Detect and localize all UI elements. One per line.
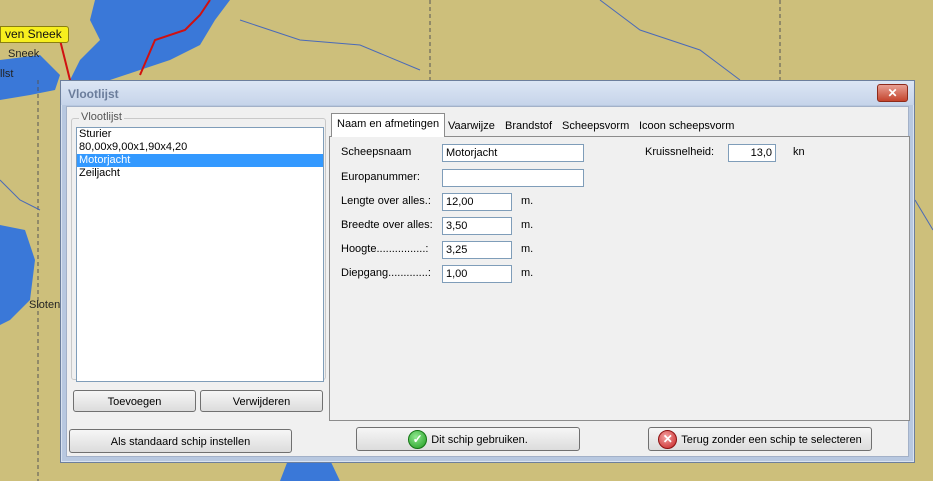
tab-fuel[interactable]: Brandstof [500, 117, 557, 136]
width-label: Breedte over alles: [341, 219, 433, 231]
length-label: Lengte over alles.: [341, 195, 431, 207]
height-input[interactable]: 3,25 [442, 241, 512, 259]
list-item[interactable]: 80,00x9,00x1,90x4,20 [77, 141, 323, 154]
tab-hull-shape[interactable]: Scheepsvorm [557, 117, 634, 136]
cancel-button[interactable]: ✕ Terug zonder een schip te selecteren [648, 427, 872, 451]
euronr-input[interactable] [442, 169, 584, 187]
dialog-client: Vlootlijst Sturier 80,00x9,00x1,90x4,20 … [66, 106, 910, 457]
map-place-label: llst [0, 68, 14, 80]
map-place-label: Sloten [29, 299, 61, 311]
list-item[interactable]: Sturier [77, 128, 323, 141]
map-place-badge[interactable]: ven Sneek [0, 26, 69, 43]
map-place-label: Sneek [8, 48, 40, 60]
fleet-group-label: Vlootlijst [79, 111, 124, 123]
width-unit: m. [521, 219, 534, 231]
remove-button[interactable]: Verwijderen [200, 390, 323, 412]
shipname-input[interactable]: Motorjacht [442, 144, 584, 162]
euronr-label: Europanummer: [341, 171, 420, 183]
fleet-listbox[interactable]: Sturier 80,00x9,00x1,90x4,20 Motorjacht … [76, 127, 324, 382]
tab-sailing-mode[interactable]: Vaarwijze [443, 117, 500, 136]
length-unit: m. [521, 195, 534, 207]
cancel-icon: ✕ [658, 429, 678, 449]
tab-name-dimensions[interactable]: Naam en afmetingen [331, 113, 446, 137]
use-ship-label: Dit schip gebruiken. [431, 434, 528, 446]
width-input[interactable]: 3,50 [442, 217, 512, 235]
speed-input[interactable]: 13,0 [728, 144, 776, 162]
list-item[interactable]: Zeiljacht [77, 167, 323, 180]
close-button[interactable]: ✕ [877, 84, 908, 102]
lake-top [70, 0, 230, 90]
shipname-label: Scheepsnaam [341, 146, 412, 158]
length-input[interactable]: 12,00 [442, 193, 512, 211]
speed-unit: kn [793, 146, 805, 158]
cancel-label: Terug zonder een schip te selecteren [681, 434, 862, 446]
height-label: Hoogte................: [341, 243, 429, 255]
use-ship-button[interactable]: ✓ Dit schip gebruiken. [356, 427, 580, 451]
fleet-dialog: Vlootlijst ✕ Vlootlijst Sturier 80,00x9,… [60, 80, 915, 463]
set-default-button[interactable]: Als standaard schip instellen [69, 429, 292, 453]
close-icon: ✕ [887, 86, 898, 100]
draft-unit: m. [521, 267, 534, 279]
speed-label: Kruissnelheid: [645, 146, 715, 158]
height-unit: m. [521, 243, 534, 255]
tab-panel: Scheepsnaam Motorjacht Europanummer: Len… [329, 136, 910, 421]
tab-hull-icon[interactable]: Icoon scheepsvorm [634, 117, 739, 136]
dialog-title: Vlootlijst [68, 87, 119, 101]
add-button[interactable]: Toevoegen [73, 390, 196, 412]
draft-label: Diepgang.............: [341, 267, 431, 279]
draft-input[interactable]: 1,00 [442, 265, 512, 283]
dialog-titlebar[interactable]: Vlootlijst ✕ [61, 81, 914, 105]
check-icon: ✓ [408, 429, 428, 449]
list-item-selected[interactable]: Motorjacht [77, 154, 323, 167]
